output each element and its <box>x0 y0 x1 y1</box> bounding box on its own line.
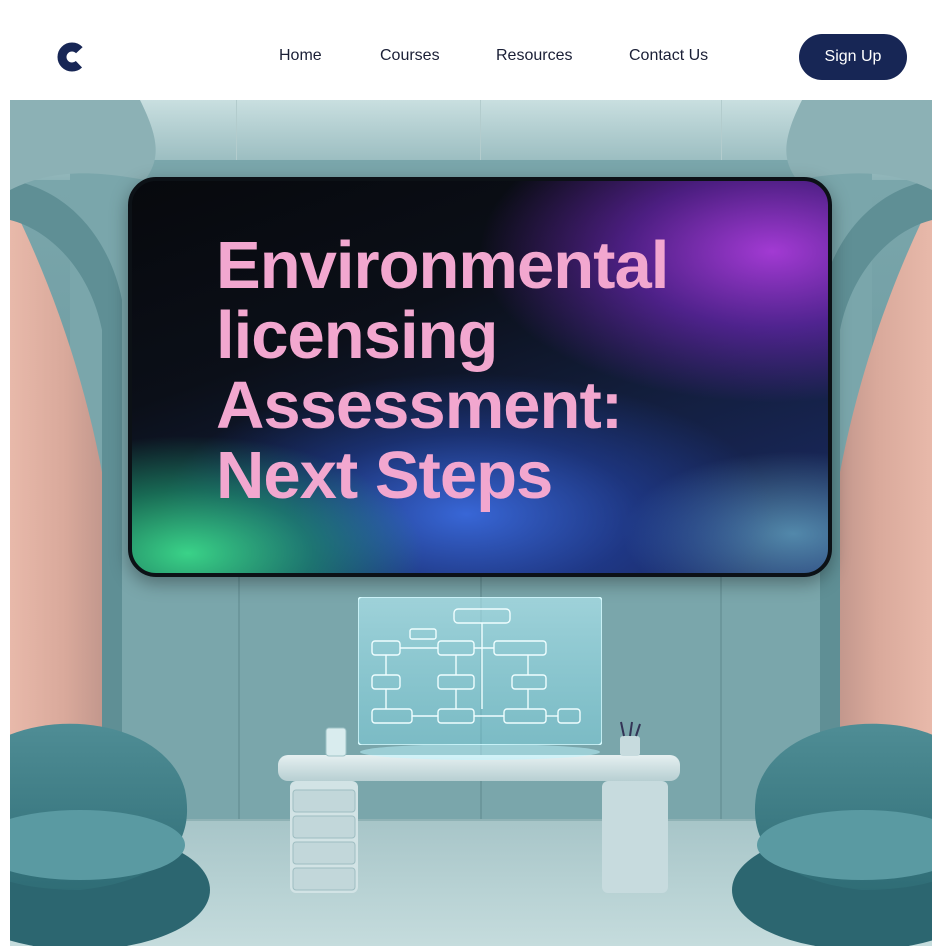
sign-up-button[interactable]: Sign Up <box>799 34 907 80</box>
headline-line: Next Steps <box>216 438 553 513</box>
hero-headline: Environmental licensing Assessment: Next… <box>216 231 826 511</box>
nav-courses-link[interactable]: Courses <box>380 46 440 66</box>
nav-resources-link[interactable]: Resources <box>496 46 572 66</box>
nav-home-link[interactable]: Home <box>279 46 322 66</box>
display-screen: Environmental licensing Assessment: Next… <box>128 177 832 577</box>
headline-line: Environmental <box>216 228 669 303</box>
logo-icon[interactable] <box>57 42 87 72</box>
nav-contact-us-link[interactable]: Contact Us <box>629 46 708 66</box>
headline-line: licensing <box>216 298 498 373</box>
holographic-flowchart <box>358 597 602 745</box>
page: Home Courses Resources Contact Us Sign U… <box>0 0 942 946</box>
site-header: Home Courses Resources Contact Us Sign U… <box>0 0 942 100</box>
headline-line: Assessment: <box>216 368 623 443</box>
hero-illustration: Environmental licensing Assessment: Next… <box>10 100 932 946</box>
